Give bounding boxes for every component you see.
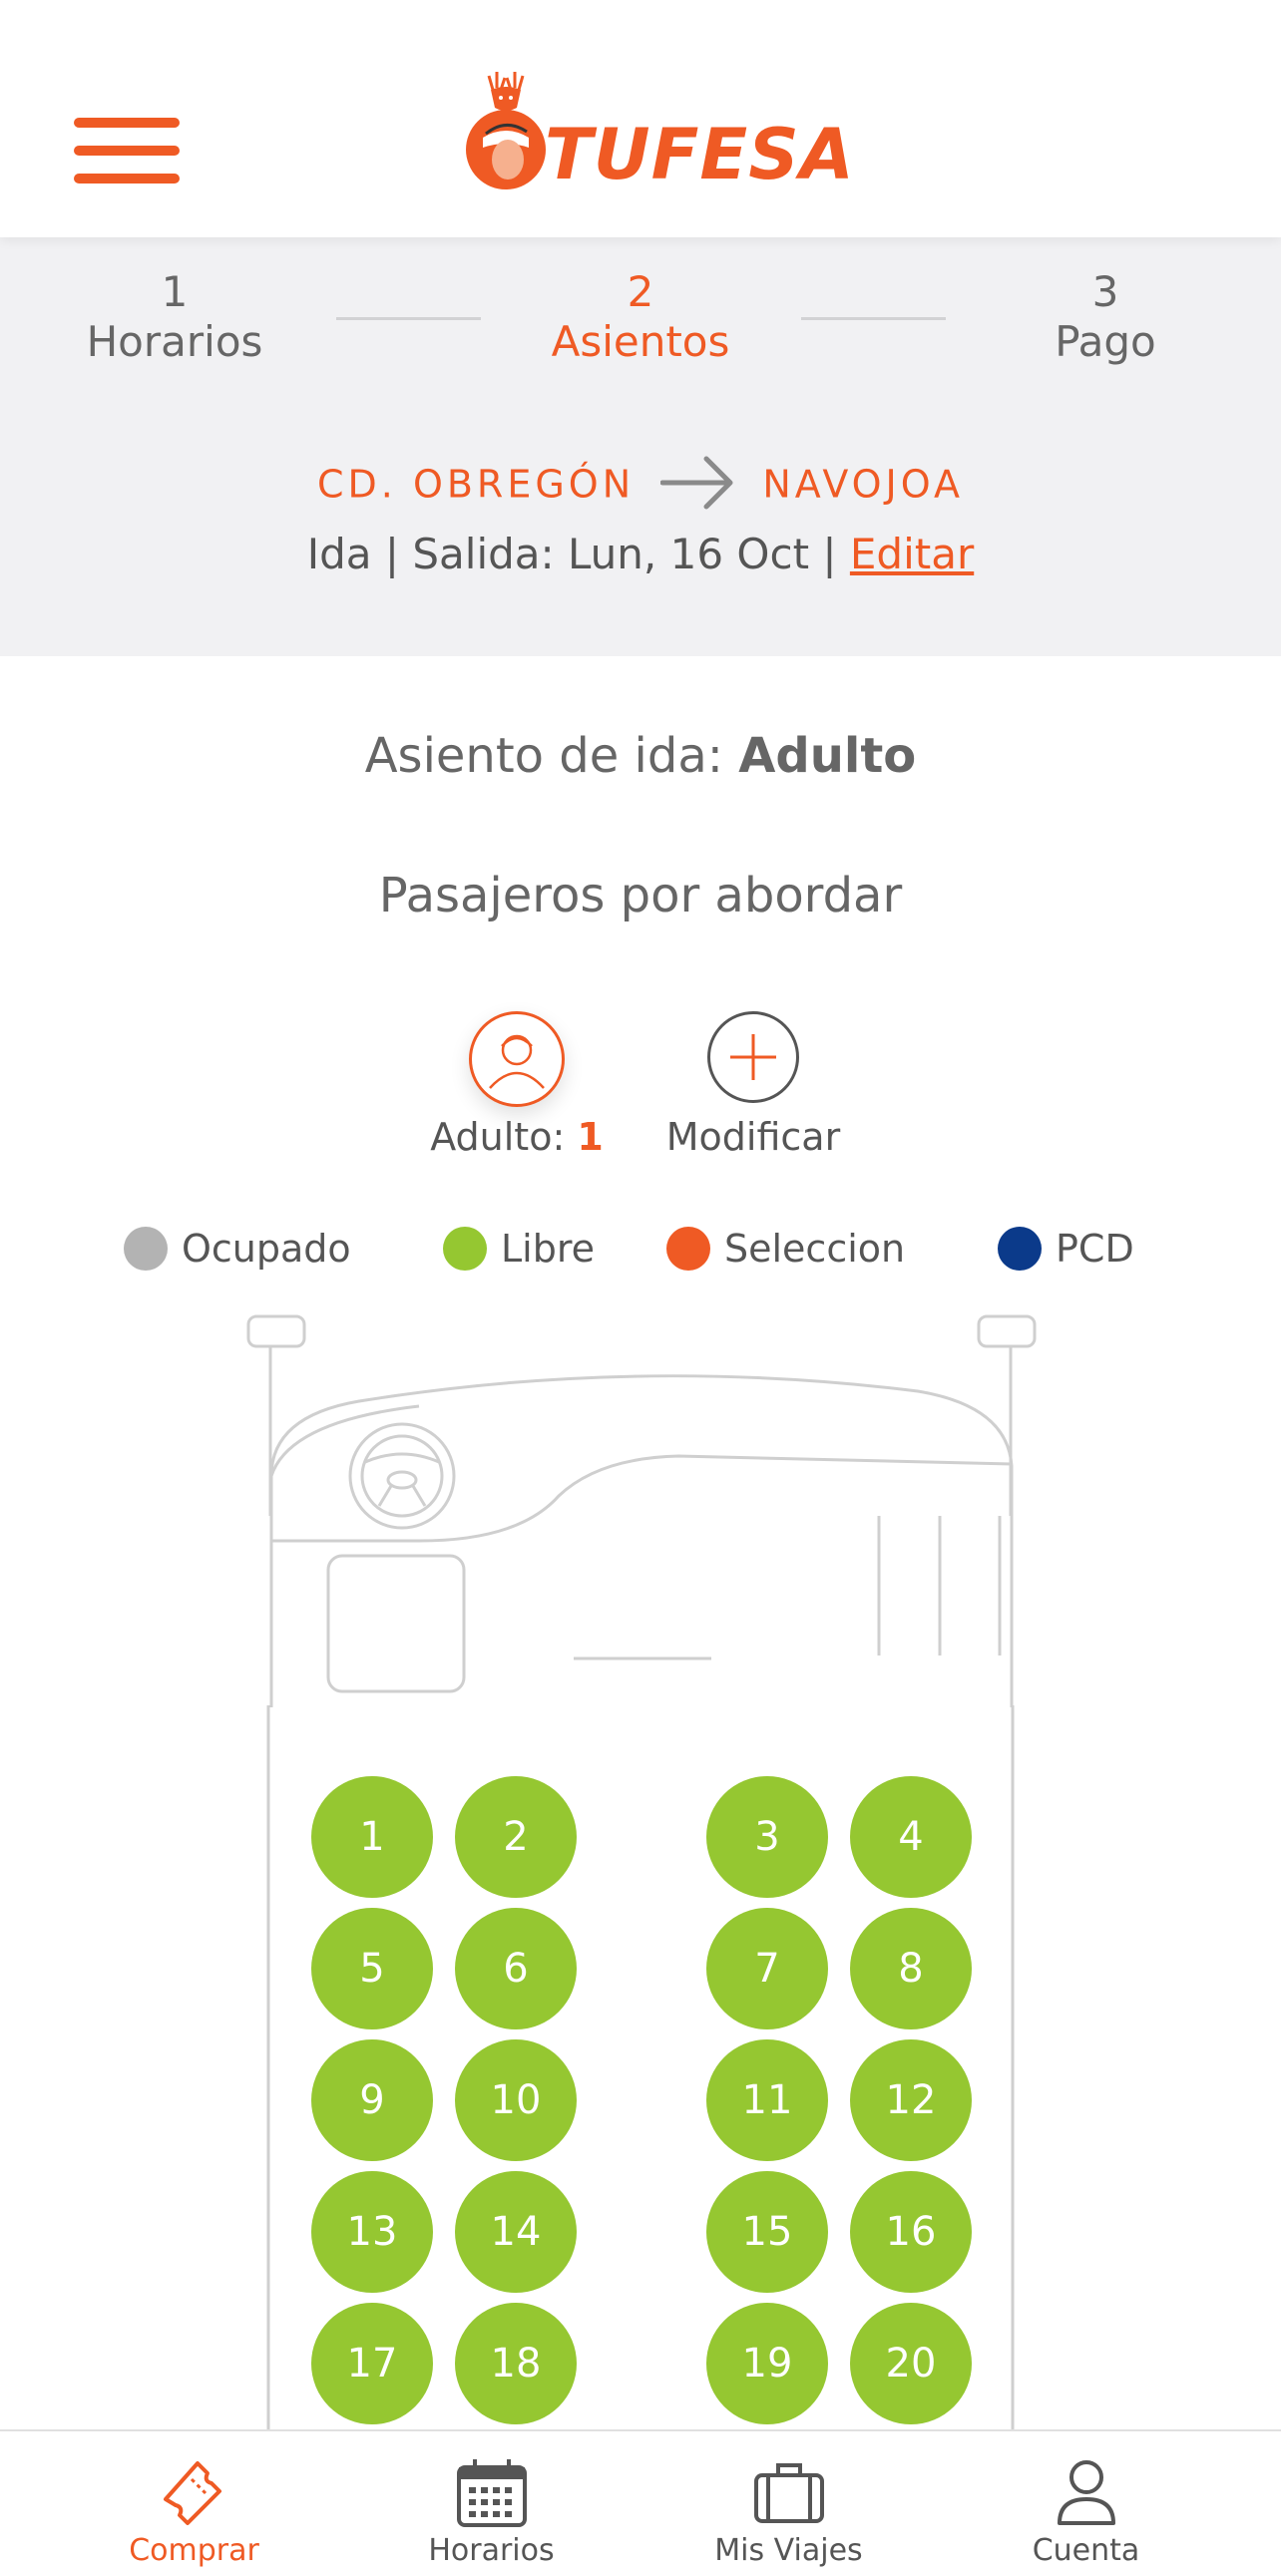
seat-8[interactable]: 8 (850, 1908, 972, 2029)
seat-9[interactable]: 9 (311, 2039, 433, 2161)
seat-12[interactable]: 12 (850, 2039, 972, 2161)
nav-comprar[interactable]: Comprar (34, 2431, 354, 2576)
seat-7[interactable]: 7 (706, 1908, 828, 2029)
seat-4[interactable]: 4 (850, 1776, 972, 1898)
seat-6[interactable]: 6 (455, 1908, 577, 2029)
seat-19[interactable]: 19 (706, 2303, 828, 2424)
adult-count: 1 (577, 1115, 604, 1159)
seat-legend: Ocupado Libre Seleccion PCD (0, 1219, 1281, 1279)
seat-heading: Asiento de ida: Adulto (0, 728, 1281, 784)
step-label: Pago (1055, 317, 1156, 366)
seat-2[interactable]: 2 (455, 1776, 577, 1898)
step-divider (801, 317, 946, 320)
nav-mis-viajes[interactable]: Mis Viajes (629, 2431, 949, 2576)
seat-17[interactable]: 17 (311, 2303, 433, 2424)
route-line: CD. OBREGÓN NAVOJOA (0, 456, 1281, 517)
route-destination: NAVOJOA (762, 462, 964, 507)
deer-logo-icon (466, 72, 546, 189)
progress-steps: 1 Horarios 2 Asientos 3 Pago (0, 267, 1281, 397)
legend-libre: Libre (443, 1219, 595, 1279)
bottom-nav: Comprar Horarios Mis Viajes Cuenta (0, 2429, 1281, 2576)
nav-cuenta[interactable]: Cuenta (926, 2431, 1246, 2576)
brand-name: TUFESA (545, 114, 855, 195)
legend-label: PCD (1056, 1227, 1134, 1271)
person-icon (489, 1034, 545, 1089)
suitcase-icon (754, 2463, 824, 2523)
passengers-heading: Pasajeros por abordar (378, 868, 903, 923)
step-label: Horarios (86, 317, 263, 366)
legend-ocupado: Ocupado (124, 1219, 351, 1279)
seat-1[interactable]: 1 (311, 1776, 433, 1898)
adult-label: Adulto: (430, 1115, 578, 1159)
calendar-icon (457, 2459, 527, 2527)
arrow-right-icon (660, 456, 733, 510)
app-root: TUFESA 1 Horarios 2 Asientos 3 Pago CD. … (0, 0, 1281, 2576)
ticket-icon (164, 2461, 221, 2525)
nav-label: Comprar (129, 2533, 259, 2568)
step-number: 2 (627, 267, 654, 316)
step-asientos[interactable]: 2 Asientos (511, 267, 770, 367)
user-icon (1058, 2460, 1115, 2525)
step-divider (336, 317, 481, 320)
trip-info-panel: 1 Horarios 2 Asientos 3 Pago CD. OBREGÓN… (0, 237, 1281, 656)
adult-passenger-avatar[interactable] (469, 1011, 565, 1107)
bus-layout (246, 1314, 1037, 2433)
nav-horarios[interactable]: Horarios (331, 2431, 651, 2576)
trip-summary: Ida | Salida: Lun, 16 Oct | (306, 530, 850, 578)
legend-label: Libre (501, 1227, 596, 1271)
menu-icon[interactable] (74, 118, 180, 184)
seat-15[interactable]: 15 (706, 2171, 828, 2293)
seat-16[interactable]: 16 (850, 2171, 972, 2293)
nav-label: Horarios (428, 2533, 555, 2568)
step-pago[interactable]: 3 Pago (976, 267, 1235, 367)
legend-dot (443, 1227, 487, 1271)
step-number: 1 (161, 267, 189, 316)
adult-count-label: Adulto: 1 (399, 1115, 635, 1159)
seat-13[interactable]: 13 (311, 2171, 433, 2293)
modify-label[interactable]: Modificar (629, 1115, 878, 1159)
legend-dot (124, 1227, 168, 1271)
seat-14[interactable]: 14 (455, 2171, 577, 2293)
legend-label: Seleccion (724, 1227, 906, 1271)
step-horarios[interactable]: 1 Horarios (45, 267, 304, 367)
seat-5[interactable]: 5 (311, 1908, 433, 2029)
seat-18[interactable]: 18 (455, 2303, 577, 2424)
seat-heading-type: Adulto (738, 728, 917, 784)
trip-details: Ida | Salida: Lun, 16 Oct | Editar (0, 529, 1281, 580)
seat-3[interactable]: 3 (706, 1776, 828, 1898)
modify-passengers-button[interactable] (707, 1011, 799, 1103)
plus-icon (730, 1034, 776, 1080)
step-label: Asientos (551, 317, 730, 366)
legend-dot (666, 1227, 710, 1271)
seat-11[interactable]: 11 (706, 2039, 828, 2161)
legend-label: Ocupado (182, 1227, 351, 1271)
app-header: TUFESA (0, 0, 1281, 237)
legend-pcd: PCD (998, 1219, 1134, 1279)
legend-dot (998, 1227, 1042, 1271)
seat-heading-prefix: Asiento de ida: (364, 728, 739, 784)
seat-20[interactable]: 20 (850, 2303, 972, 2424)
edit-trip-link[interactable]: Editar (850, 530, 974, 578)
legend-seleccion: Seleccion (666, 1219, 905, 1279)
nav-label: Cuenta (1032, 2533, 1140, 2568)
brand-logo: TUFESA (461, 68, 854, 197)
seat-10[interactable]: 10 (455, 2039, 577, 2161)
route-origin: CD. OBREGÓN (317, 462, 636, 507)
step-number: 3 (1091, 267, 1119, 316)
nav-label: Mis Viajes (714, 2533, 863, 2568)
